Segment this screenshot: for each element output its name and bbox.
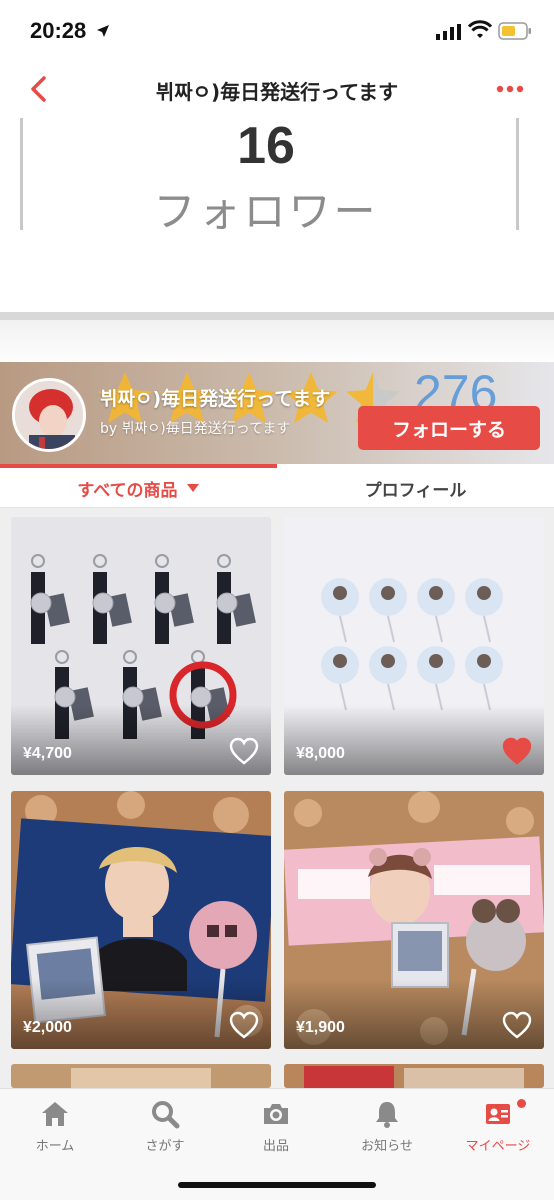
section-divider	[0, 312, 554, 320]
heart-outline-icon[interactable]	[229, 737, 259, 765]
battery-icon	[498, 22, 531, 40]
followers-count[interactable]: 16	[0, 116, 532, 176]
tab-home-label: ホーム	[35, 1139, 75, 1154]
section-shadow	[0, 320, 554, 366]
app-screen: 20:28 뷔짜ㅇ)毎日発送行ってます 16 フォロワー 276 뷔짜ㅇ)毎日発…	[0, 0, 554, 1200]
tab-sell-label: 出品	[262, 1139, 289, 1154]
navigation-bar: 뷔짜ㅇ)毎日発送行ってます	[0, 60, 554, 118]
followers-label[interactable]: フォロワー	[0, 178, 532, 239]
tab-profile[interactable]: プロフィール	[277, 468, 554, 508]
product-price: ¥1,900	[296, 1019, 345, 1036]
shop-by-line: by 뷔짜ㅇ)毎日発送行ってます	[100, 421, 291, 437]
heart-filled-icon[interactable]	[502, 737, 532, 765]
camera-icon	[264, 1104, 288, 1124]
home-indicator	[178, 1182, 376, 1188]
caret-down-icon	[186, 484, 199, 492]
product-card[interactable]: ¥1,900	[284, 791, 544, 1049]
avatar-image	[15, 381, 83, 449]
location-arrow-icon	[97, 25, 109, 37]
product-image	[11, 1064, 271, 1088]
product-card[interactable]: ¥8,000	[284, 517, 544, 775]
product-image	[284, 1064, 544, 1088]
tab-mypage[interactable]: マイページ	[443, 1099, 553, 1159]
tab-sell[interactable]: 出品	[221, 1099, 331, 1159]
product-price: ¥8,000	[296, 745, 345, 762]
status-bar: 20:28	[0, 0, 554, 60]
bell-icon	[376, 1102, 398, 1128]
wifi-icon	[468, 20, 492, 38]
product-card[interactable]	[284, 1064, 544, 1088]
back-button[interactable]	[18, 70, 58, 108]
follow-button[interactable]: フォローする	[358, 406, 540, 450]
tab-mypage-label: マイページ	[465, 1139, 531, 1154]
product-card[interactable]: ¥2,000	[11, 791, 271, 1049]
shop-name: 뷔짜ㅇ)毎日発送行ってます	[100, 388, 331, 410]
heart-outline-icon[interactable]	[502, 1011, 532, 1039]
notification-dot	[517, 1099, 526, 1108]
more-options-button[interactable]	[488, 70, 532, 108]
tab-all-items[interactable]: すべての商品	[0, 468, 277, 508]
product-price: ¥4,700	[23, 745, 72, 762]
heart-outline-icon[interactable]	[229, 1011, 259, 1039]
product-card[interactable]	[11, 1064, 271, 1088]
status-time: 20:28	[30, 18, 87, 43]
product-price: ¥2,000	[23, 1019, 72, 1036]
profile-card-icon	[486, 1104, 510, 1124]
tab-home[interactable]: ホーム	[0, 1099, 110, 1159]
tab-search-label: さがす	[145, 1139, 185, 1154]
chevron-left-icon	[31, 76, 46, 102]
tab-notifications[interactable]: お知らせ	[332, 1099, 442, 1159]
tab-all-items-label: すべての商品	[77, 480, 178, 501]
more-dots-icon	[496, 85, 524, 93]
tab-notifications-label: お知らせ	[361, 1139, 413, 1154]
avatar[interactable]	[12, 378, 86, 452]
product-card[interactable]: ¥4,700	[11, 517, 271, 775]
search-icon	[152, 1101, 180, 1129]
home-icon	[42, 1102, 68, 1126]
store-tabs: すべての商品 プロフィール	[0, 464, 554, 508]
page-title: 뷔짜ㅇ)毎日発送行ってます	[155, 80, 399, 104]
store-header: 276 뷔짜ㅇ)毎日発送行ってます by 뷔짜ㅇ)毎日発送行ってます フォローす…	[0, 362, 554, 464]
tab-search[interactable]: さがす	[110, 1099, 220, 1159]
signal-icon	[436, 24, 461, 40]
